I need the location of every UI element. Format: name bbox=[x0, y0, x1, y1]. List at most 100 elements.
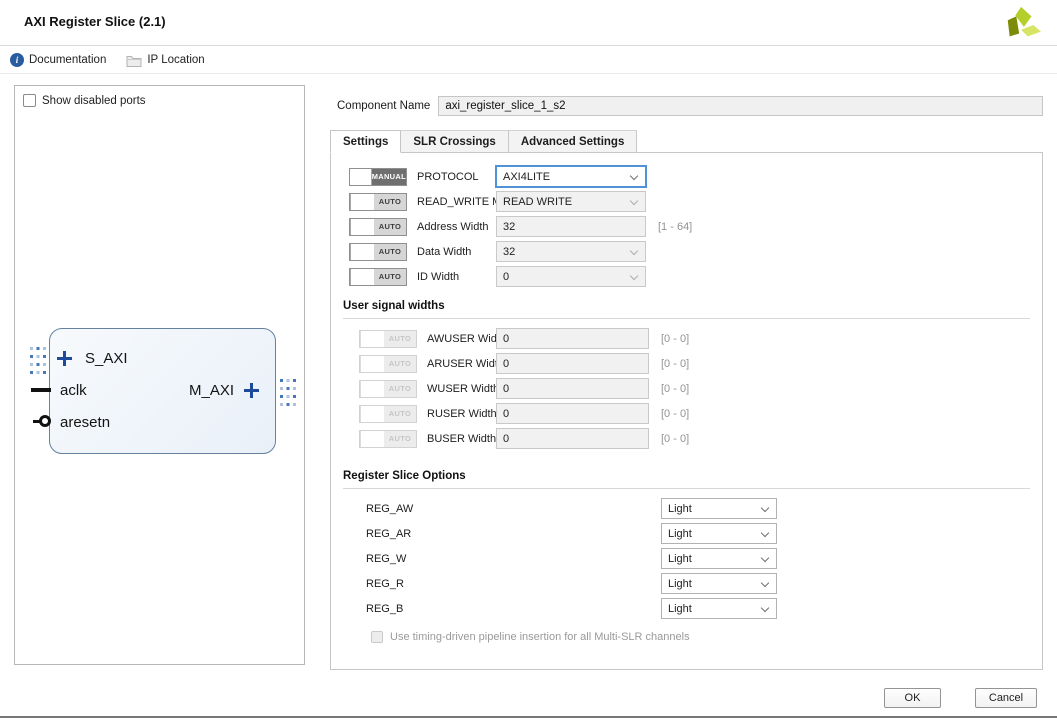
parameter-row: REG_AWLight bbox=[331, 496, 1042, 521]
parameter-input[interactable]: 0 bbox=[496, 328, 649, 349]
register-slice-options-section-header: Register Slice Options bbox=[343, 466, 1030, 489]
dialog-title: AXI Register Slice (2.1) bbox=[24, 14, 166, 29]
tab-settings[interactable]: Settings bbox=[330, 130, 401, 153]
dialog-toolbar: i Documentation IP Location bbox=[0, 47, 1057, 74]
parameter-label: Address Width bbox=[417, 221, 496, 233]
toggle-handle bbox=[350, 219, 374, 235]
toggle-handle bbox=[350, 194, 374, 210]
auto-manual-toggle: AUTO bbox=[359, 330, 417, 348]
auto-manual-toggle[interactable]: AUTO bbox=[349, 268, 407, 286]
toggle-state-label: AUTO bbox=[384, 406, 416, 422]
tab-advanced-settings[interactable]: Advanced Settings bbox=[509, 130, 638, 152]
parameter-value: 0 bbox=[503, 358, 509, 370]
show-disabled-ports-label: Show disabled ports bbox=[42, 95, 146, 107]
parameter-row: AUTOData Width32 bbox=[331, 239, 1042, 264]
parameter-select[interactable]: Light bbox=[661, 548, 777, 569]
parameter-label: ARUSER Width bbox=[427, 358, 496, 370]
parameter-row: AUTOARUSER Width0[0 - 0] bbox=[331, 351, 1042, 376]
port-m-axi[interactable]: M_AXI bbox=[189, 382, 259, 399]
toggle-state-label: MANUAL bbox=[372, 169, 406, 185]
parameter-row: REG_ARLight bbox=[331, 521, 1042, 546]
expand-plus-icon[interactable] bbox=[57, 351, 72, 366]
settings-tab-content: MANUAL PROTOCOLAXI4LITE AUTO READ_WRITE Mod… bbox=[330, 153, 1043, 670]
auto-manual-toggle[interactable]: AUTO bbox=[349, 193, 407, 211]
timing-driven-pipeline-label: Use timing-driven pipeline insertion for… bbox=[390, 631, 690, 643]
auto-manual-toggle[interactable]: AUTO bbox=[349, 243, 407, 261]
parameter-input[interactable]: 0 bbox=[496, 428, 649, 449]
settings-tab-bar: SettingsSLR CrossingsAdvanced Settings bbox=[330, 130, 1043, 153]
parameter-label: READ_WRITE Mode bbox=[417, 196, 496, 208]
port-s-axi[interactable]: S_AXI bbox=[57, 350, 128, 367]
parameter-label: REG_W bbox=[366, 553, 661, 565]
toggle-state-label: AUTO bbox=[384, 331, 416, 347]
toggle-handle bbox=[350, 169, 372, 185]
folder-icon bbox=[126, 54, 142, 67]
toggle-state-label: AUTO bbox=[384, 431, 416, 447]
bus-connector-dots bbox=[280, 379, 296, 406]
auto-manual-toggle: AUTO bbox=[359, 430, 417, 448]
toggle-handle bbox=[350, 244, 374, 260]
parameter-row: REG_BLight bbox=[331, 596, 1042, 621]
parameter-row: AUTOAWUSER Width0[0 - 0] bbox=[331, 326, 1042, 351]
ip-location-button[interactable]: IP Location bbox=[126, 54, 204, 67]
chevron-down-icon bbox=[761, 504, 769, 512]
port-aclk[interactable]: aclk bbox=[60, 382, 87, 399]
cancel-button[interactable]: Cancel bbox=[975, 688, 1037, 708]
parameter-select[interactable]: AXI4LITE bbox=[496, 166, 646, 187]
parameter-label: PROTOCOL bbox=[417, 171, 496, 183]
range-hint: [0 - 0] bbox=[661, 383, 689, 395]
range-hint: [1 - 64] bbox=[658, 221, 692, 233]
parameter-value: 0 bbox=[503, 408, 509, 420]
parameter-row: AUTO Address Width32 [1 - 64] bbox=[331, 214, 1042, 239]
parameter-value: 0 bbox=[503, 383, 509, 395]
window-bottom-edge bbox=[0, 716, 1057, 718]
parameter-select[interactable]: Light bbox=[661, 498, 777, 519]
parameter-value: READ WRITE bbox=[503, 196, 572, 208]
ok-button[interactable]: OK bbox=[884, 688, 941, 708]
parameter-select[interactable]: 32 bbox=[496, 241, 646, 262]
toggle-state-label: AUTO bbox=[374, 219, 406, 235]
parameter-input[interactable]: 0 bbox=[496, 378, 649, 399]
parameter-row: AUTORUSER Width0[0 - 0] bbox=[331, 401, 1042, 426]
auto-manual-toggle[interactable]: AUTO bbox=[349, 218, 407, 236]
toggle-handle bbox=[360, 381, 384, 397]
parameter-value: Light bbox=[668, 553, 692, 565]
expand-plus-icon[interactable] bbox=[244, 383, 259, 398]
parameter-label: REG_B bbox=[366, 603, 661, 615]
bus-connector-dots bbox=[30, 347, 46, 374]
clock-pin-stub bbox=[31, 388, 51, 392]
parameter-select[interactable]: Light bbox=[661, 523, 777, 544]
timing-driven-pipeline-checkbox[interactable] bbox=[371, 631, 383, 643]
chevron-down-icon bbox=[630, 247, 638, 255]
parameter-select[interactable]: Light bbox=[661, 573, 777, 594]
toggle-state-label: AUTO bbox=[374, 194, 406, 210]
parameter-select[interactable]: Light bbox=[661, 598, 777, 619]
parameter-label: WUSER Width bbox=[427, 383, 496, 395]
parameter-label: REG_R bbox=[366, 578, 661, 590]
parameter-label: REG_AW bbox=[366, 503, 661, 515]
parameter-select[interactable]: 0 bbox=[496, 266, 646, 287]
show-disabled-ports-checkbox[interactable] bbox=[23, 94, 36, 107]
parameter-input[interactable]: 32 bbox=[496, 216, 646, 237]
auto-manual-toggle[interactable]: MANUAL bbox=[349, 168, 407, 186]
parameter-row: AUTO WUSER Width 0 [0 - 0] bbox=[331, 376, 1042, 401]
chevron-down-icon bbox=[630, 197, 638, 205]
ip-block-symbol[interactable]: S_AXI aclk aresetn M_AXI bbox=[49, 328, 276, 454]
dialog-header: AXI Register Slice (2.1) bbox=[0, 0, 1057, 46]
parameter-input[interactable]: 0 bbox=[496, 353, 649, 374]
component-name-label: Component Name bbox=[337, 100, 430, 112]
auto-manual-toggle: AUTO bbox=[359, 380, 417, 398]
documentation-button[interactable]: i Documentation bbox=[10, 53, 106, 67]
parameter-label: BUSER Width bbox=[427, 433, 496, 445]
tab-slr-crossings[interactable]: SLR Crossings bbox=[401, 130, 508, 152]
parameter-value: 32 bbox=[503, 246, 515, 258]
parameter-input[interactable]: 0 bbox=[496, 403, 649, 424]
component-name-field[interactable]: axi_register_slice_1_s2 bbox=[438, 96, 1043, 116]
range-hint: [0 - 0] bbox=[661, 333, 689, 345]
parameter-select[interactable]: READ WRITE bbox=[496, 191, 646, 212]
port-aresetn[interactable]: aresetn bbox=[60, 414, 110, 431]
chevron-down-icon bbox=[761, 529, 769, 537]
ip-location-label: IP Location bbox=[147, 54, 204, 66]
parameter-value: Light bbox=[668, 578, 692, 590]
toggle-state-label: AUTO bbox=[374, 269, 406, 285]
